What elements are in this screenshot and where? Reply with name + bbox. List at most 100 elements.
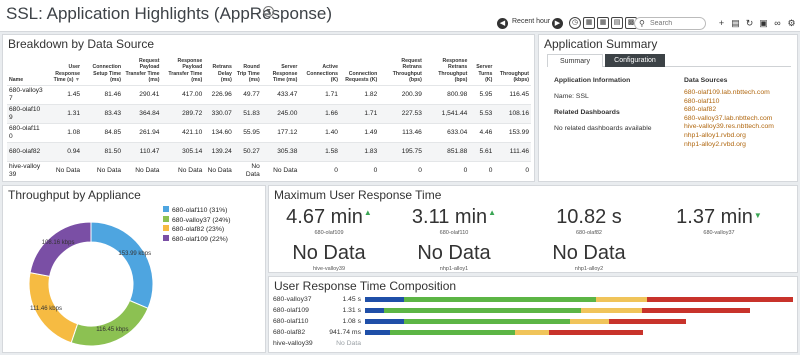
- legend-item[interactable]: 680-olaf82 (23%): [163, 225, 231, 235]
- table-row[interactable]: 680-olaf82 0.94 81.50 110.47 305.14 139.24 50.…: [7, 141, 531, 161]
- donut-slice[interactable]: [90, 221, 154, 310]
- column-header[interactable]: Server Response Time (ms): [262, 51, 300, 85]
- search-box[interactable]: ⚲: [634, 17, 706, 30]
- table-cell: No Data: [45, 160, 83, 180]
- metric-tile[interactable]: 4.67 min▲ 680-olaf109: [269, 206, 389, 236]
- column-header[interactable]: Connection Setup Time (ms): [82, 51, 123, 85]
- table-cell: No Data: [161, 160, 205, 180]
- metric-tile[interactable]: 10.82 s 680-olaf82: [529, 206, 649, 236]
- table-cell: 5.61: [469, 141, 495, 161]
- table-row[interactable]: 680-olaf110 1.08 84.85 261.94 421.10 134.60 55…: [7, 122, 531, 142]
- data-source-link[interactable]: nhp1-alloy2.rvbd.org: [684, 141, 774, 150]
- save-icon[interactable]: ▣: [758, 17, 769, 29]
- column-header[interactable]: Response Payload Transfer Time (ms): [161, 51, 204, 85]
- search-icon: ⚲: [639, 19, 645, 28]
- legend-label: 680-valloy37 (24%): [172, 216, 231, 224]
- column-header[interactable]: Response Retrans Throughput (bps): [424, 51, 469, 85]
- column-header[interactable]: Retrans Delay (ms): [204, 51, 234, 85]
- column-header[interactable]: Throughput (kbps): [494, 51, 531, 85]
- data-source-link[interactable]: nhp1-alloy1.rvbd.org: [684, 132, 774, 141]
- throughput-donut-chart: [28, 221, 154, 347]
- max-response-panel: Maximum User Response Time 4.67 min▲ 680-…: [268, 185, 798, 273]
- table-cell: No Data: [233, 160, 262, 180]
- column-header[interactable]: Request Retrans Throughput (bps): [379, 51, 424, 85]
- table-cell: 330.07: [204, 103, 234, 123]
- table-cell: 51.83: [233, 103, 262, 123]
- throughput-panel: Throughput by Appliance 153.99 kbps 116.4…: [2, 185, 266, 353]
- metric-tile[interactable]: 3.11 min▲ 680-olaf110: [394, 206, 514, 236]
- legend-item[interactable]: 680-valloy37 (24%): [163, 215, 231, 226]
- composition-row-value: No Data: [336, 340, 361, 347]
- table-cell: 50.27: [233, 141, 262, 161]
- metric-label: 680-olaf109: [314, 230, 344, 236]
- column-header[interactable]: Server Turns (K): [469, 51, 494, 85]
- metric-value-text: 1.37 min: [676, 206, 753, 228]
- legend-item[interactable]: 680-olaf109 (22%): [163, 234, 231, 245]
- table-header-row: Name User Response Time (s) ▼ Connection…: [7, 51, 531, 85]
- data-source-link[interactable]: 680-olaf110: [684, 98, 774, 107]
- donut-slice[interactable]: [29, 221, 92, 277]
- table-cell: 5.53: [469, 103, 495, 123]
- refresh-icon[interactable]: ↻: [744, 17, 755, 29]
- composition-row[interactable]: 680-olaf110 1.08 s: [273, 318, 793, 328]
- table-row[interactable]: 680-valloy37 1.45 81.46 290.41 417.00 226.96 4…: [7, 84, 531, 104]
- legend-swatch: [163, 215, 169, 222]
- tab-configuration[interactable]: Configuration: [605, 54, 665, 67]
- table-cell: No Data: [123, 160, 162, 180]
- column-header[interactable]: Request Payload Transfer Time (ms): [123, 51, 161, 85]
- composition-row-value: 1.45 s: [342, 296, 361, 303]
- metric-value-text: 10.82 s: [556, 206, 622, 228]
- chart-icon[interactable]: ▤: [730, 17, 741, 29]
- metric-tile[interactable]: No Data nhp1-alloy2: [529, 242, 649, 272]
- table-cell: 55.95: [233, 122, 262, 142]
- metric-tile[interactable]: No Data hive-valloy39: [269, 242, 389, 272]
- composition-row[interactable]: hive-valloy39 No Data: [273, 340, 793, 350]
- add-icon[interactable]: +: [716, 17, 727, 29]
- table-cell: 177.12: [261, 122, 300, 142]
- composition-row[interactable]: 680-valloy37 1.45 s: [273, 296, 793, 306]
- column-header[interactable]: Connection Requests (K): [340, 51, 379, 85]
- table-cell: 305.14: [161, 141, 205, 161]
- data-source-link[interactable]: hive-valloy39.res.nbttech.com: [684, 123, 774, 132]
- composition-segment: [608, 319, 686, 324]
- metric-tile[interactable]: 1.37 min▼ 680-valloy37: [659, 206, 779, 236]
- time-range-label[interactable]: Recent hour: [512, 18, 550, 25]
- column-header[interactable]: Round Trip Time (ms): [234, 51, 262, 85]
- composition-row[interactable]: 680-olaf82 941.74 ms: [273, 329, 793, 339]
- table-row[interactable]: 680-olaf109 1.31 83.43 364.84 289.72 330.07 51…: [7, 103, 531, 123]
- table-cell: 116.45: [494, 84, 531, 104]
- link-icon[interactable]: ∞: [772, 17, 783, 29]
- table-cell: 5.95: [469, 84, 495, 104]
- table-row[interactable]: hive-valloy39 No Data No Data No Data No Dat…: [7, 160, 531, 180]
- data-source-link[interactable]: 680-olaf82: [684, 106, 774, 115]
- table-cell: 113.46: [379, 122, 424, 142]
- donut-slice[interactable]: [70, 299, 149, 347]
- composition-row-value: 941.74 ms: [329, 329, 361, 336]
- max-response-title: Maximum User Response Time: [274, 188, 442, 202]
- table-cell: 83.43: [82, 103, 124, 123]
- column-header[interactable]: Name: [7, 51, 45, 85]
- table-cell: 139.24: [204, 141, 234, 161]
- slice-value-label: 116.45 kbps: [96, 327, 129, 334]
- layout-grid-icon[interactable]: ▦: [597, 17, 609, 29]
- legend-item[interactable]: 680-olaf110 (31%): [163, 206, 231, 216]
- data-source-link[interactable]: 680-olaf109.lab.nbttech.com: [684, 89, 774, 98]
- column-header[interactable]: User Response Time (s) ▼: [45, 51, 82, 85]
- chevron-down-icon[interactable]: ▼: [263, 6, 274, 17]
- clock-icon[interactable]: ◷: [569, 17, 581, 29]
- previous-time-icon[interactable]: ◀: [497, 18, 508, 29]
- next-time-icon[interactable]: ▶: [552, 18, 563, 29]
- layout-list-icon[interactable]: ▤: [611, 17, 623, 29]
- composition-row[interactable]: 680-olaf109 1.31 s: [273, 307, 793, 317]
- search-input[interactable]: [650, 19, 702, 28]
- column-header[interactable]: Active Connections (K): [299, 51, 340, 85]
- calendar-icon[interactable]: ▦: [583, 17, 595, 29]
- breakdown-table: Name User Response Time (s) ▼ Connection…: [7, 51, 531, 180]
- table-cell: 0: [299, 160, 340, 180]
- settings-icon[interactable]: ⚙: [786, 17, 797, 29]
- tab-summary[interactable]: Summary: [547, 54, 603, 67]
- data-source-link[interactable]: 680-valloy37.lab.nbttech.com: [684, 115, 774, 124]
- row-name-cell: 680-olaf82: [7, 141, 45, 161]
- metric-tile[interactable]: No Data nhp1-alloy1: [394, 242, 514, 272]
- table-cell: 0.94: [45, 141, 83, 161]
